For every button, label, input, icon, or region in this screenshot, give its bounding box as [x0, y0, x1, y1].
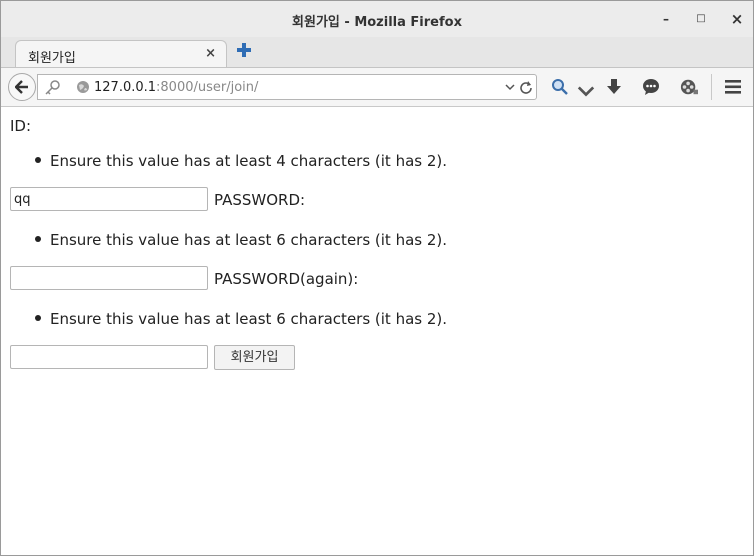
- tab-strip: 회원가입 ×: [1, 37, 753, 68]
- page-content: ID: Ensure this value has at least 4 cha…: [1, 107, 753, 555]
- back-icon: [15, 80, 28, 94]
- tab-label: 회원가입: [28, 51, 76, 66]
- password-again-error-text: Ensure this value has at least 6 charact…: [50, 310, 448, 328]
- password-input[interactable]: [10, 266, 208, 290]
- bullet: [35, 235, 41, 242]
- search-dropdown-icon[interactable]: [577, 82, 595, 100]
- close-window-button[interactable]: ×: [729, 11, 745, 27]
- chat-icon[interactable]: [642, 78, 660, 96]
- browser-window: 회원가입 - Mozilla Firefox – □ × 회원가입 × 127.…: [0, 0, 754, 556]
- window-title: 회원가입 - Mozilla Firefox: [292, 15, 462, 30]
- identity-icon[interactable]: [44, 79, 62, 95]
- id-error-text: Ensure this value has at least 4 charact…: [50, 152, 448, 170]
- id-input[interactable]: [10, 187, 208, 211]
- password-error: Ensure this value has at least 6 charact…: [35, 231, 447, 249]
- dropdown-icon[interactable]: [505, 83, 515, 91]
- reload-icon[interactable]: [519, 80, 533, 94]
- join-submit-button[interactable]: 회원가입: [214, 345, 295, 370]
- title-bar: 회원가입 - Mozilla Firefox – □ ×: [1, 1, 753, 37]
- password-again-label: PASSWORD(again):: [214, 270, 359, 288]
- new-tab-icon[interactable]: [237, 43, 251, 57]
- minimize-button[interactable]: –: [658, 11, 674, 27]
- password-again-error: Ensure this value has at least 6 charact…: [35, 310, 447, 328]
- bullet: [35, 314, 41, 321]
- password-error-text: Ensure this value has at least 6 charact…: [50, 231, 448, 249]
- navigation-bar: 127.0.0.1:8000/user/join/: [1, 68, 753, 107]
- menu-icon[interactable]: [724, 78, 742, 96]
- addon-icon[interactable]: [680, 78, 698, 96]
- globe-icon: [77, 81, 89, 93]
- password-label: PASSWORD:: [214, 191, 306, 209]
- search-icon[interactable]: [551, 78, 569, 96]
- tab-join[interactable]: 회원가입 ×: [15, 40, 227, 67]
- url-bar[interactable]: 127.0.0.1:8000/user/join/: [37, 74, 537, 100]
- id-label: ID:: [10, 117, 32, 135]
- url-host: 127.0.0.1: [94, 80, 157, 95]
- back-button[interactable]: [8, 73, 36, 101]
- url-path: :8000/user/join/: [156, 80, 259, 95]
- tab-close-button[interactable]: ×: [205, 46, 216, 61]
- maximize-button[interactable]: □: [693, 11, 709, 27]
- url-text: 127.0.0.1:8000/user/join/: [94, 80, 258, 95]
- download-icon[interactable]: [605, 78, 623, 96]
- id-error: Ensure this value has at least 4 charact…: [35, 152, 447, 170]
- toolbar-divider: [711, 74, 712, 100]
- password-again-input[interactable]: [10, 345, 208, 369]
- bullet: [35, 156, 41, 163]
